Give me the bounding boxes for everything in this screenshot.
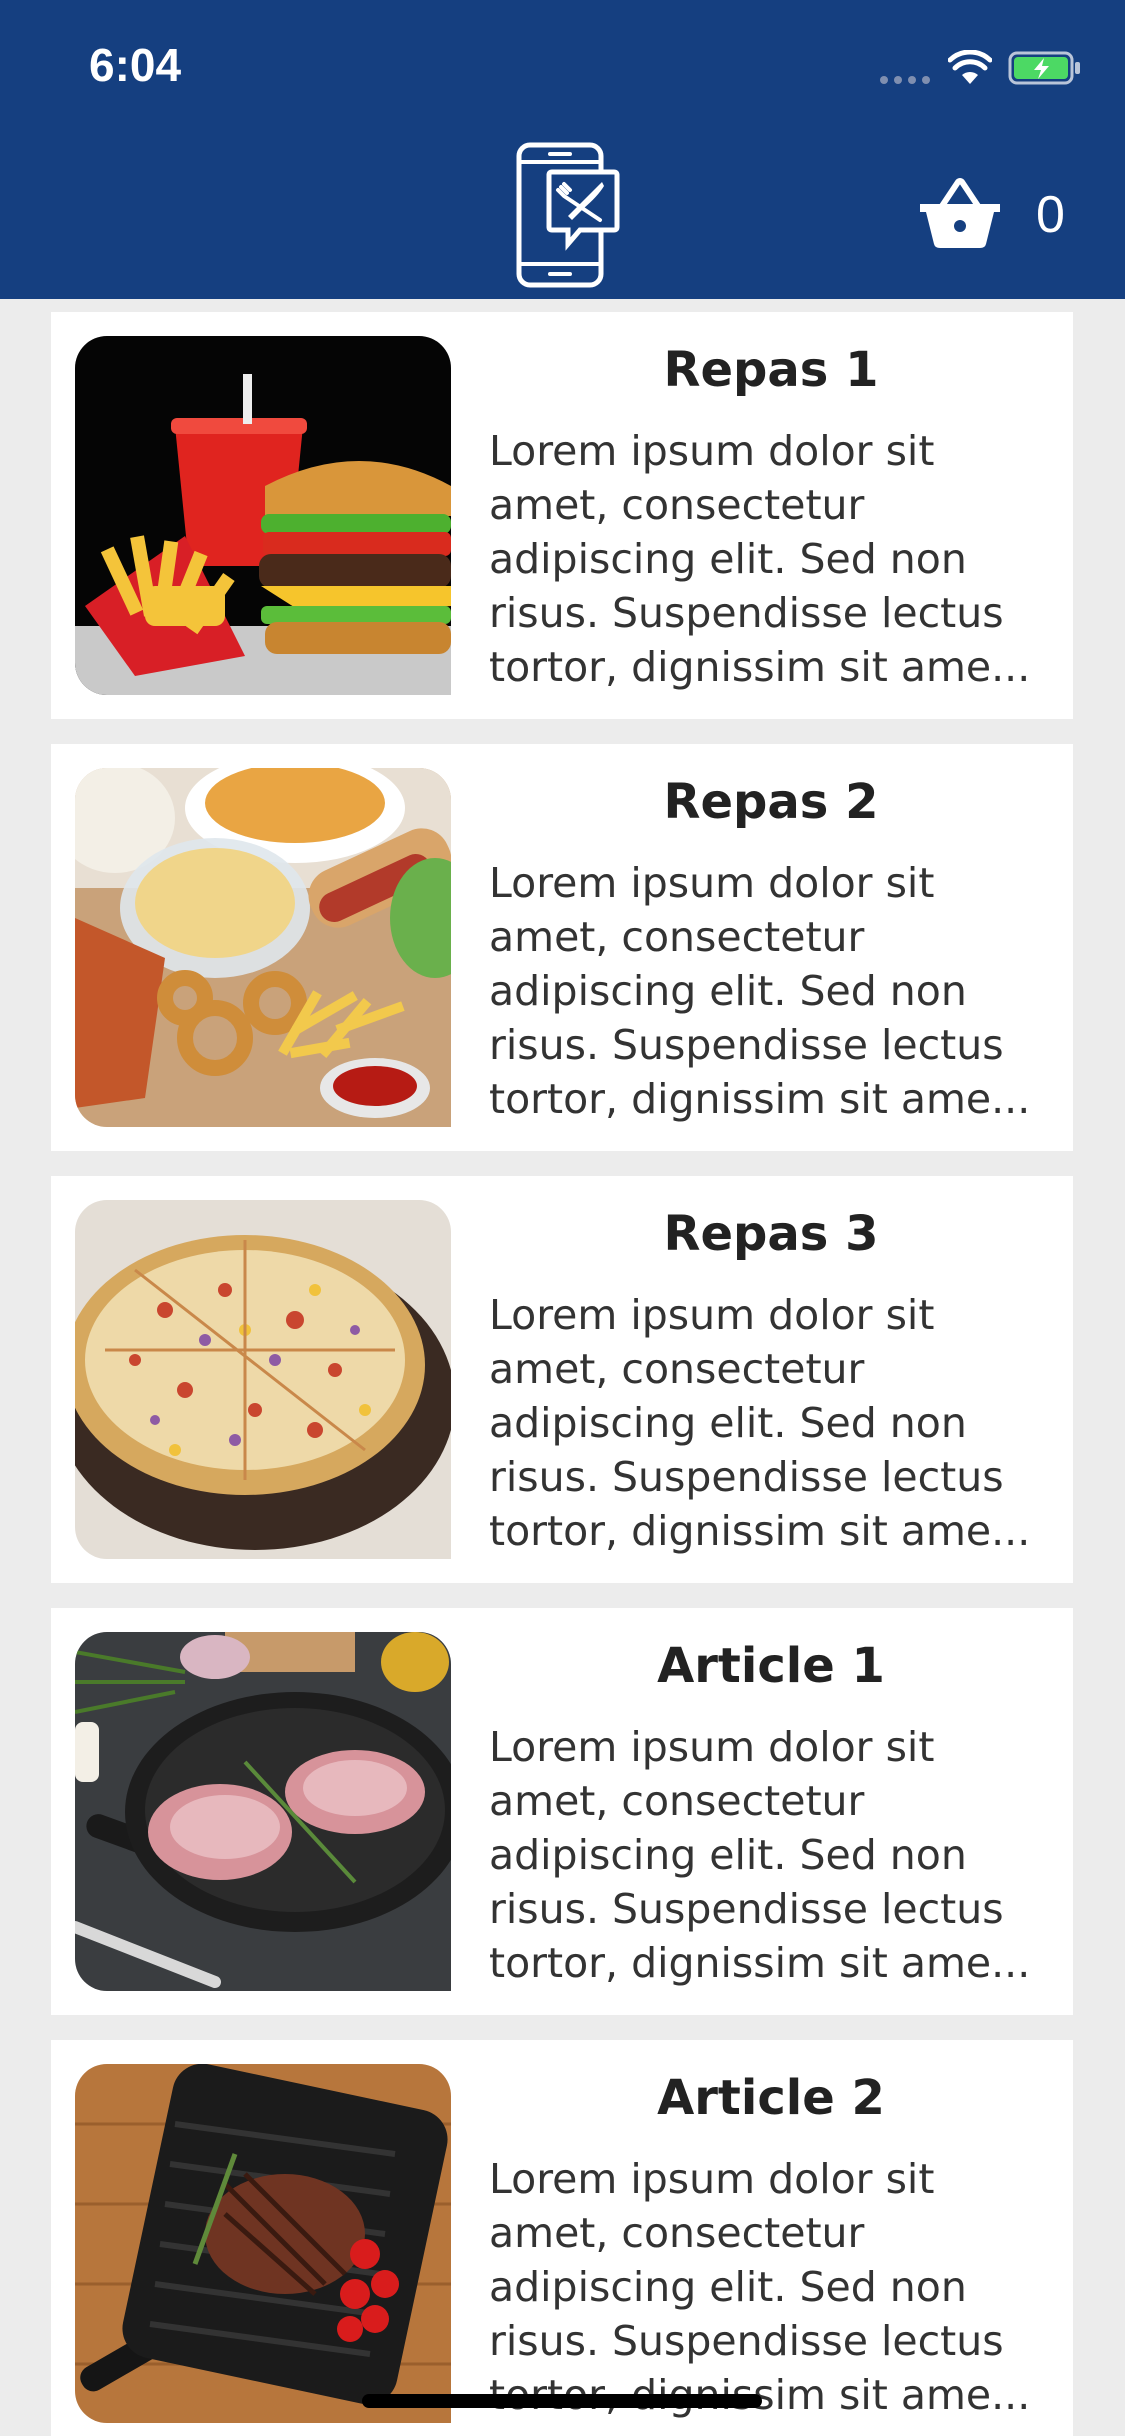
app-screen: 6:04 0 Repas 1 Lorem ipsum dolor sit ame… (0, 0, 1125, 2436)
item-title: Article 1 (657, 1638, 885, 1694)
description-line: amet, consectetur (489, 1345, 865, 1393)
description-line: Lorem ipsum dolor sit (489, 1723, 935, 1771)
grill-steak-photo (75, 2064, 451, 2423)
description-line: tortor, dignissim sit ame... (489, 1075, 1031, 1123)
description-line: risus. Suspendisse lectus (489, 2317, 1004, 2365)
description-line: amet, consectetur (489, 2209, 865, 2257)
description-line: risus. Suspendisse lectus (489, 1021, 1004, 1069)
battery-charging-icon (1008, 51, 1080, 85)
description-line: adipiscing elit. Sed non (489, 967, 967, 1015)
pizza-photo (75, 1200, 451, 1559)
snacks-platter-photo (75, 768, 451, 1127)
description-line: Lorem ipsum dolor sit (489, 1291, 935, 1339)
app-header: 6:04 0 (0, 0, 1125, 299)
wifi-icon (948, 50, 992, 84)
list-item[interactable]: Repas 1 Lorem ipsum dolor sit amet, cons… (51, 312, 1073, 719)
item-title: Repas 3 (663, 1206, 879, 1262)
phone-restaurant-icon (516, 142, 620, 288)
item-title: Repas 1 (663, 342, 879, 398)
list-item[interactable]: Article 1 Lorem ipsum dolor sit amet, co… (51, 1608, 1073, 2015)
description-line: adipiscing elit. Sed non (489, 1399, 967, 1447)
description-line: risus. Suspendisse lectus (489, 1453, 1004, 1501)
basket-icon[interactable] (918, 178, 1002, 250)
item-description: Lorem ipsum dolor sit amet, consectetur … (489, 856, 1073, 1126)
description-line: Lorem ipsum dolor sit (489, 427, 935, 475)
description-line: amet, consectetur (489, 481, 865, 529)
item-title: Article 2 (657, 2070, 885, 2126)
description-line: adipiscing elit. Sed non (489, 1831, 967, 1879)
home-indicator[interactable] (362, 2394, 762, 2408)
item-description: Lorem ipsum dolor sit amet, consectetur … (489, 424, 1073, 694)
signal-icon (880, 76, 930, 84)
cart-count: 0 (1036, 186, 1065, 244)
list-item[interactable]: Repas 3 Lorem ipsum dolor sit amet, cons… (51, 1176, 1073, 1583)
pan-meat-photo (75, 1632, 451, 1991)
description-line: tortor, dignissim sit ame... (489, 643, 1031, 691)
description-line: amet, consectetur (489, 1777, 865, 1825)
item-description: Lorem ipsum dolor sit amet, consectetur … (489, 2152, 1073, 2422)
description-line: tortor, dignissim sit ame... (489, 1507, 1031, 1555)
description-line: risus. Suspendisse lectus (489, 589, 1004, 637)
description-line: Lorem ipsum dolor sit (489, 859, 935, 907)
description-line: risus. Suspendisse lectus (489, 1885, 1004, 1933)
item-title: Repas 2 (663, 774, 879, 830)
status-time: 6:04 (89, 39, 182, 91)
item-description: Lorem ipsum dolor sit amet, consectetur … (489, 1288, 1073, 1558)
list-item[interactable]: Article 2 Lorem ipsum dolor sit amet, co… (51, 2040, 1073, 2436)
description-line: Lorem ipsum dolor sit (489, 2155, 935, 2203)
description-line: adipiscing elit. Sed non (489, 535, 967, 583)
description-line: adipiscing elit. Sed non (489, 2263, 967, 2311)
description-line: amet, consectetur (489, 913, 865, 961)
list-item[interactable]: Repas 2 Lorem ipsum dolor sit amet, cons… (51, 744, 1073, 1151)
burger-fries-photo (75, 336, 451, 695)
item-description: Lorem ipsum dolor sit amet, consectetur … (489, 1720, 1073, 1990)
description-line: tortor, dignissim sit ame... (489, 1939, 1031, 1987)
